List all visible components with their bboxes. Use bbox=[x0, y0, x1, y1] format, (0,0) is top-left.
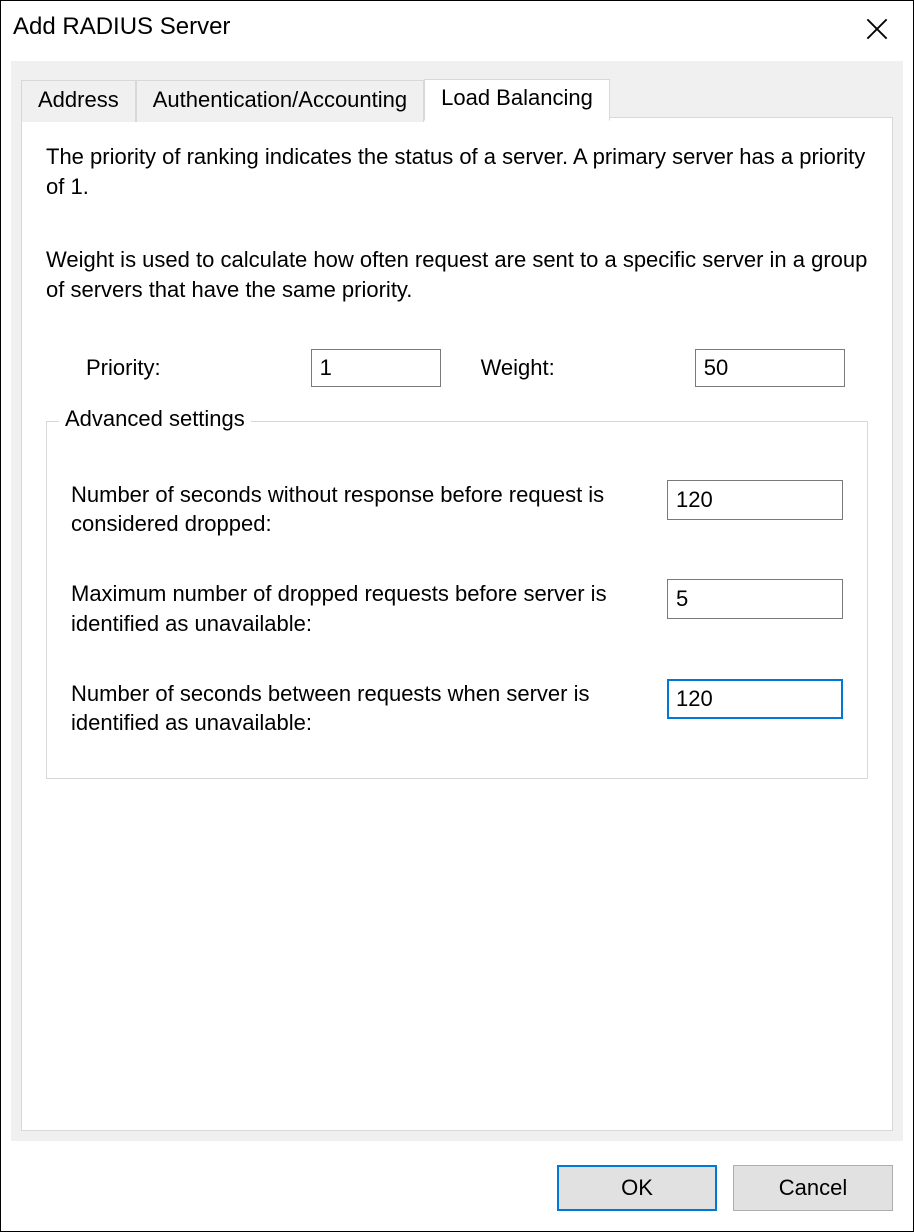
add-radius-server-dialog: Add RADIUS Server Address Authentication… bbox=[0, 0, 914, 1232]
tab-panel-load-balancing: The priority of ranking indicates the st… bbox=[21, 117, 893, 1131]
weight-label: Weight: bbox=[481, 355, 555, 381]
dialog-body: Address Authentication/Accounting Load B… bbox=[11, 61, 903, 1141]
tab-address[interactable]: Address bbox=[21, 80, 136, 122]
close-button[interactable] bbox=[853, 9, 901, 49]
ok-button[interactable]: OK bbox=[557, 1165, 717, 1211]
adv-row-retry-seconds: Number of seconds between requests when … bbox=[71, 679, 843, 738]
dialog-footer: OK Cancel bbox=[557, 1165, 893, 1211]
advanced-settings-legend: Advanced settings bbox=[59, 406, 251, 432]
dialog-title: Add RADIUS Server bbox=[13, 9, 230, 41]
weight-description-text: Weight is used to calculate how often re… bbox=[46, 245, 868, 304]
adv-max-dropped-input[interactable] bbox=[667, 579, 843, 619]
adv-retry-seconds-input[interactable] bbox=[667, 679, 843, 719]
weight-input[interactable] bbox=[695, 349, 845, 387]
cancel-button[interactable]: Cancel bbox=[733, 1165, 893, 1211]
advanced-settings-group: Advanced settings Number of seconds with… bbox=[46, 421, 868, 779]
priority-description-text: The priority of ranking indicates the st… bbox=[46, 142, 868, 201]
adv-dropped-seconds-input[interactable] bbox=[667, 480, 843, 520]
tab-authentication-accounting[interactable]: Authentication/Accounting bbox=[136, 80, 424, 122]
priority-input[interactable] bbox=[311, 349, 441, 387]
priority-label: Priority: bbox=[86, 355, 161, 381]
priority-weight-row: Priority: Weight: bbox=[46, 349, 868, 387]
adv-row-dropped-seconds: Number of seconds without response befor… bbox=[71, 480, 843, 539]
tab-load-balancing[interactable]: Load Balancing bbox=[424, 79, 610, 121]
adv-max-dropped-label: Maximum number of dropped requests befor… bbox=[71, 579, 651, 638]
close-icon bbox=[866, 18, 888, 40]
adv-retry-seconds-label: Number of seconds between requests when … bbox=[71, 679, 651, 738]
titlebar: Add RADIUS Server bbox=[1, 1, 913, 61]
adv-row-max-dropped: Maximum number of dropped requests befor… bbox=[71, 579, 843, 638]
tab-strip: Address Authentication/Accounting Load B… bbox=[21, 79, 610, 121]
adv-dropped-seconds-label: Number of seconds without response befor… bbox=[71, 480, 651, 539]
